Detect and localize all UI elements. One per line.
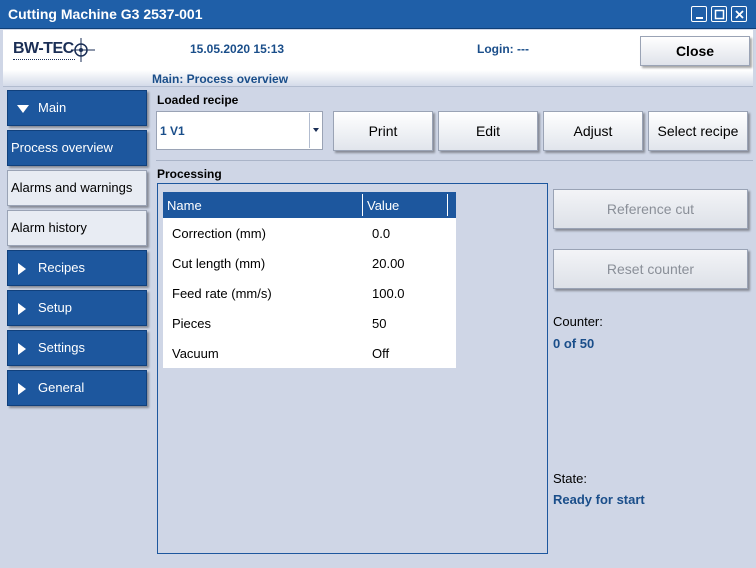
reset-counter-button[interactable]: Reset counter <box>553 249 748 289</box>
sidebar-item-label: Settings <box>38 340 85 355</box>
sidebar-item-label: Setup <box>38 300 72 315</box>
sidebar-item-label: Recipes <box>38 260 85 275</box>
counter-value: 0 of 50 <box>553 336 595 351</box>
table-row[interactable]: Vacuum Off <box>163 338 456 368</box>
logo-text: BW-TEC <box>13 40 74 57</box>
column-header-name[interactable]: Name <box>167 198 202 213</box>
table-body: Correction (mm) 0.0 Cut length (mm) 20.0… <box>163 218 456 368</box>
maximize-button[interactable] <box>711 6 727 22</box>
edit-button[interactable]: Edit <box>438 111 538 151</box>
sidebar-item-label: Process overview <box>11 140 113 155</box>
sidebar-item-settings[interactable]: Settings <box>7 330 147 366</box>
sidebar-item-label: Alarms and warnings <box>11 180 133 195</box>
sidebar-item-process-overview[interactable]: Process overview <box>7 130 147 166</box>
triangle-right-icon <box>18 343 26 355</box>
sidebar-item-recipes[interactable]: Recipes <box>7 250 147 286</box>
minimize-button[interactable] <box>691 6 707 22</box>
login-status[interactable]: Login: --- <box>477 42 529 56</box>
processing-table: Name Value Correction (mm) 0.0 Cut lengt… <box>163 192 456 368</box>
section-divider <box>156 160 753 161</box>
breadcrumb: Main: Process overview <box>152 72 289 86</box>
minimize-icon <box>696 17 703 19</box>
row-value: Off <box>372 346 390 361</box>
table-row[interactable]: Pieces 50 <box>163 308 456 338</box>
loaded-recipe-label: Loaded recipe <box>157 93 239 107</box>
logo-underline <box>13 59 75 62</box>
row-name: Vacuum <box>172 346 219 361</box>
window-close-button[interactable] <box>731 6 747 22</box>
row-value: 20.00 <box>372 256 405 271</box>
triangle-right-icon <box>18 263 26 275</box>
column-separator <box>362 194 363 216</box>
reference-cut-button[interactable]: Reference cut <box>553 189 748 229</box>
row-value: 0.0 <box>372 226 391 241</box>
row-value: 50 <box>372 316 387 331</box>
title-bar: Cutting Machine G3 2537-001 <box>0 0 756 29</box>
table-row[interactable]: Feed rate (mm/s) 100.0 <box>163 278 456 308</box>
close-button[interactable]: Close <box>640 36 750 66</box>
column-header-value[interactable]: Value <box>367 198 399 213</box>
table-header: Name Value <box>163 192 456 218</box>
triangle-right-icon <box>18 383 26 395</box>
sidebar-item-alarm-history[interactable]: Alarm history <box>7 210 147 246</box>
column-separator <box>447 194 448 216</box>
triangle-right-icon <box>18 303 26 315</box>
sidebar-item-general[interactable]: General <box>7 370 147 406</box>
date-time: 15.05.2020 15:13 <box>190 42 285 56</box>
window-title: Cutting Machine G3 2537-001 <box>8 6 203 22</box>
recipe-select-dropdown[interactable] <box>309 113 321 148</box>
counter-label: Counter: <box>553 314 603 329</box>
table-row[interactable]: Correction (mm) 0.0 <box>163 218 456 248</box>
chevron-down-icon <box>313 128 319 132</box>
header: BW-TEC 15.05.2020 15:13 Login: --- Close <box>3 30 753 70</box>
sidebar-item-label: Alarm history <box>11 220 87 235</box>
recipe-select-value: 1 V1 <box>160 124 185 138</box>
recipe-select[interactable]: 1 V1 <box>156 111 323 150</box>
triangle-down-icon <box>17 105 29 113</box>
row-value: 100.0 <box>372 286 405 301</box>
adjust-button[interactable]: Adjust <box>543 111 643 151</box>
sidebar-item-label: General <box>38 380 85 395</box>
table-row[interactable]: Cut length (mm) 20.00 <box>163 248 456 278</box>
state-value: Ready for start <box>553 492 645 507</box>
sidebar-item-label: Main <box>38 100 67 115</box>
select-recipe-button[interactable]: Select recipe <box>648 111 748 151</box>
maximize-icon <box>714 9 725 20</box>
company-logo: BW-TEC <box>11 36 95 66</box>
processing-panel: Name Value Correction (mm) 0.0 Cut lengt… <box>157 183 548 554</box>
close-icon <box>735 10 744 19</box>
breadcrumb-bar: Main: Process overview <box>3 70 753 87</box>
row-name: Cut length (mm) <box>172 256 266 271</box>
print-button[interactable]: Print <box>333 111 433 151</box>
sidebar-item-alarms-and-warnings[interactable]: Alarms and warnings <box>7 170 147 206</box>
row-name: Feed rate (mm/s) <box>172 286 272 301</box>
logo-crosshair-icon <box>71 38 95 62</box>
sidebar-item-setup[interactable]: Setup <box>7 290 147 326</box>
processing-label: Processing <box>157 167 222 181</box>
row-name: Correction (mm) <box>172 226 266 241</box>
row-name: Pieces <box>172 316 212 331</box>
state-label: State: <box>553 471 587 486</box>
sidebar-item-main[interactable]: Main <box>7 90 147 126</box>
